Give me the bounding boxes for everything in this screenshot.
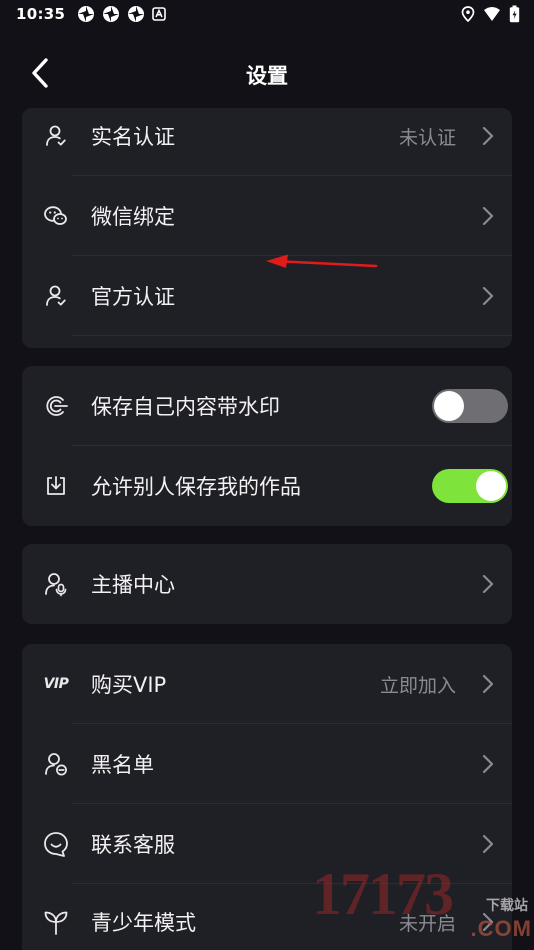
allow-save-toggle[interactable] bbox=[432, 469, 508, 503]
wifi-icon bbox=[484, 7, 500, 21]
content-privacy-card: 保存自己内容带水印 允许别人保存我的作品 bbox=[22, 366, 512, 526]
pinwheel-notification-icon bbox=[78, 6, 95, 22]
battery-icon bbox=[509, 5, 520, 23]
row-label: 黑名单 bbox=[91, 753, 154, 777]
user-icon bbox=[42, 122, 70, 150]
status-bar: 10:35 bbox=[0, 0, 534, 28]
blacklist-icon bbox=[42, 750, 70, 778]
vip-action-text: 立即加入 bbox=[379, 674, 456, 697]
creator-card: 主播中心 bbox=[22, 544, 512, 624]
pinwheel-notification-icon bbox=[128, 6, 145, 22]
row-label: 允许别人保存我的作品 bbox=[91, 475, 301, 499]
vip-icon-text: VIP bbox=[43, 676, 69, 692]
chevron-right-icon bbox=[480, 753, 496, 775]
real-name-verification-row[interactable]: 实名认证 未认证 bbox=[22, 108, 512, 176]
row-label: 微信绑定 bbox=[91, 205, 175, 229]
toggle-knob bbox=[476, 471, 506, 501]
anchor-icon bbox=[42, 570, 70, 598]
red-arrow-annotation bbox=[266, 254, 378, 268]
row-label: 联系客服 bbox=[91, 833, 175, 857]
anchor-center-row[interactable]: 主播中心 bbox=[22, 544, 512, 624]
watermark-setting-row: 保存自己内容带水印 bbox=[22, 366, 512, 446]
app-notification-icon bbox=[152, 7, 167, 21]
watermark-domain: .COM bbox=[470, 916, 532, 941]
watermark-tag: 下载站 bbox=[486, 898, 528, 914]
verification-status: 未认证 bbox=[398, 126, 456, 149]
location-icon bbox=[461, 6, 475, 22]
wechat-icon bbox=[42, 202, 70, 230]
chevron-right-icon bbox=[480, 573, 496, 595]
watermark-number: 17173 bbox=[312, 861, 454, 927]
chevron-right-icon bbox=[480, 205, 496, 227]
row-label: 官方认证 bbox=[91, 285, 175, 309]
row-label: 青少年模式 bbox=[91, 911, 196, 935]
sprout-icon bbox=[42, 908, 70, 936]
buy-vip-row[interactable]: VIP 购买VIP 立即加入 bbox=[22, 644, 512, 724]
service-icon bbox=[42, 830, 70, 858]
download-icon bbox=[42, 472, 70, 500]
status-time: 10:35 bbox=[16, 5, 66, 23]
row-label: 保存自己内容带水印 bbox=[91, 395, 280, 419]
toggle-knob bbox=[434, 391, 464, 421]
vip-icon: VIP bbox=[40, 670, 72, 698]
wechat-binding-row[interactable]: 微信绑定 bbox=[22, 176, 512, 256]
row-label: 实名认证 bbox=[91, 125, 175, 149]
user-check-icon bbox=[42, 282, 70, 310]
chevron-right-icon bbox=[480, 833, 496, 855]
watermark-icon bbox=[42, 392, 70, 420]
header: 设置 bbox=[0, 44, 534, 102]
site-watermark: 17173 下载站 .COM bbox=[312, 862, 534, 950]
row-divider bbox=[72, 335, 512, 336]
chevron-right-icon bbox=[480, 673, 496, 695]
page-title: 设置 bbox=[246, 64, 288, 88]
chevron-right-icon bbox=[480, 285, 496, 307]
pinwheel-notification-icon bbox=[103, 6, 120, 22]
allow-save-works-row: 允许别人保存我的作品 bbox=[22, 446, 512, 526]
watermark-toggle[interactable] bbox=[432, 389, 508, 423]
row-label: 购买VIP bbox=[91, 673, 167, 697]
row-label: 主播中心 bbox=[91, 573, 175, 597]
account-settings-card: 实名认证 未认证 微信绑定 官方认证 bbox=[22, 108, 512, 348]
chevron-right-icon bbox=[480, 125, 496, 147]
blacklist-row[interactable]: 黑名单 bbox=[22, 724, 512, 804]
notification-icons bbox=[77, 5, 167, 23]
